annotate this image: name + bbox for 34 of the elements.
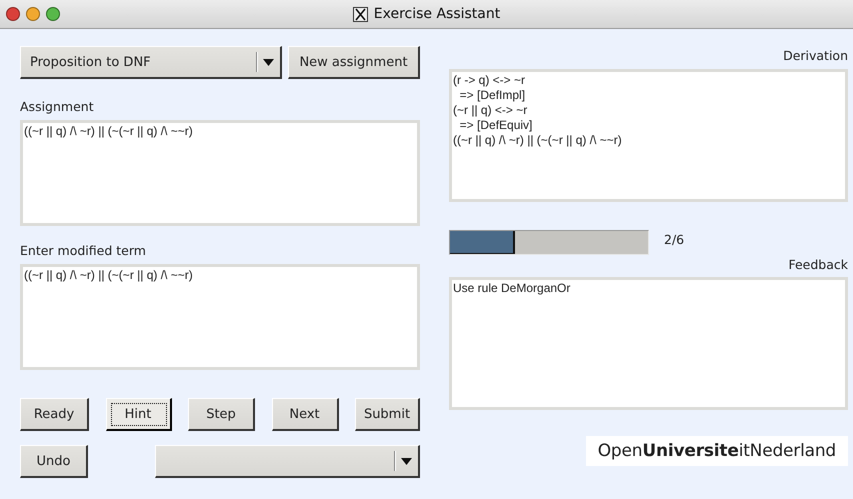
undo-button[interactable]: Undo (20, 445, 88, 478)
text-line: => [DefEquiv] (458, 118, 534, 133)
assignment-box[interactable]: ((~r || q) /\ ~r) || (~(~r || q) /\ ~~r) (20, 120, 420, 226)
dropdown[interactable] (155, 445, 420, 478)
derivation-box[interactable]: (r -> q) <-> ~r => [DefImpl] (~r || q) <-> ~r => [DefEquiv] ((~r || q) /\ ~r) || (~(~r || q) /\ ~~r) (449, 69, 848, 202)
text-line: ((~r || q) /\ ~r) || (~(~r || q) /\ ~~r) (24, 124, 194, 139)
text-line: (~r || q) <-> ~r (453, 103, 528, 118)
modified-term-label: Enter modified term (20, 243, 146, 258)
feedback-box[interactable]: Use rule DeMorganOr (449, 277, 848, 410)
caret-icon (263, 58, 274, 66)
feedback-label: Feedback (788, 257, 848, 272)
window-title: Exercise Assistant (374, 6, 500, 22)
minimize-icon[interactable] (26, 7, 40, 21)
text-line: ((~r || q) /\ ~r) || (~(~r || q) /\ ~~r) (453, 133, 623, 148)
dropdown[interactable]: Proposition to DNF (20, 46, 282, 79)
x-icon (352, 6, 368, 22)
action-button[interactable]: Hint (106, 398, 172, 431)
caret-icon (401, 458, 412, 464)
action-button[interactable]: Ready (20, 398, 89, 431)
progress-reading: 2/6 (664, 232, 684, 247)
action-button[interactable]: Submit (355, 398, 420, 431)
derivation-label: Derivation (783, 48, 848, 63)
text-line: Use rule DeMorganOr (453, 281, 572, 296)
text-line: (r -> q) <-> ~r (453, 73, 526, 88)
text-line: ((~r || q) /\ ~r) || (~(~r || q) /\ ~~r) (24, 268, 194, 283)
text-line: => [DefImpl] (458, 88, 526, 103)
new-assignment-button[interactable]: New assignment (288, 46, 420, 79)
zoom-icon[interactable] (46, 7, 60, 21)
close-icon[interactable] (6, 7, 20, 21)
assignment-label: Assignment (20, 99, 94, 114)
action-button[interactable]: Next (272, 398, 338, 431)
university-logo: OpenUniversiteitNederland (586, 436, 848, 466)
modified-term-field[interactable]: ((~r || q) /\ ~r) || (~(~r || q) /\ ~~r) (20, 264, 420, 370)
action-button[interactable]: Step (188, 398, 255, 431)
